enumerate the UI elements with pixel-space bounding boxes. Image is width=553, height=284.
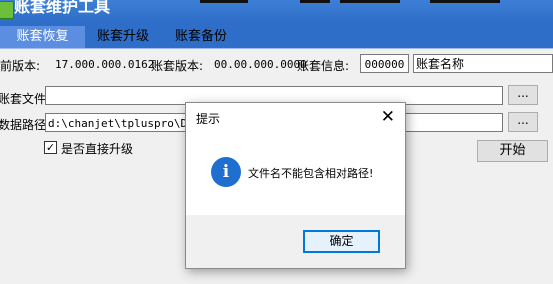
ok-button[interactable]: 确定: [303, 230, 380, 253]
account-name-field[interactable]: 账套名称: [413, 54, 553, 73]
dialog-message: 文件名不能包含相对路径!: [248, 167, 374, 180]
title-bar: 账套维护工具: [0, 0, 553, 22]
current-version-label: 当前版本:: [0, 59, 41, 73]
direct-upgrade-label: 是否直接升级: [61, 142, 134, 156]
account-file-browse-button[interactable]: ...: [508, 85, 538, 105]
tab-account-restore[interactable]: 账套恢复: [0, 26, 85, 48]
account-version-value: 00.00.000.0000: [214, 58, 307, 71]
tab-account-backup[interactable]: 账套备份: [166, 26, 236, 48]
close-icon[interactable]: ✕: [381, 107, 395, 127]
tab-bar: 账套恢复 账套升级 账套备份: [0, 22, 553, 48]
current-version-value: 17.000.000.0162: [55, 58, 155, 71]
info-icon: i: [211, 157, 241, 187]
direct-upgrade-checkbox[interactable]: ✓: [44, 141, 57, 154]
message-dialog: 提示 ✕ i 文件名不能包含相对路径! 确定: [185, 102, 406, 269]
start-button[interactable]: 开始: [477, 140, 548, 162]
tab-account-upgrade[interactable]: 账套升级: [88, 26, 158, 48]
dialog-body: i 文件名不能包含相对路径!: [186, 133, 405, 215]
account-info-label: 账套信息:: [297, 59, 350, 73]
dialog-title: 提示: [196, 112, 221, 126]
check-mark-icon: ✓: [45, 141, 56, 154]
dialog-title-bar: 提示 ✕: [186, 103, 405, 133]
data-path-browse-button[interactable]: ...: [508, 112, 538, 132]
account-version-label: 账套版本:: [151, 59, 204, 73]
data-path-label: 数据路径: [0, 118, 47, 132]
window-title: 账套维护工具: [14, 0, 111, 16]
app-icon: [0, 1, 14, 19]
account-code-field[interactable]: 000000: [360, 54, 409, 73]
account-file-label: 账套文件: [0, 92, 47, 106]
